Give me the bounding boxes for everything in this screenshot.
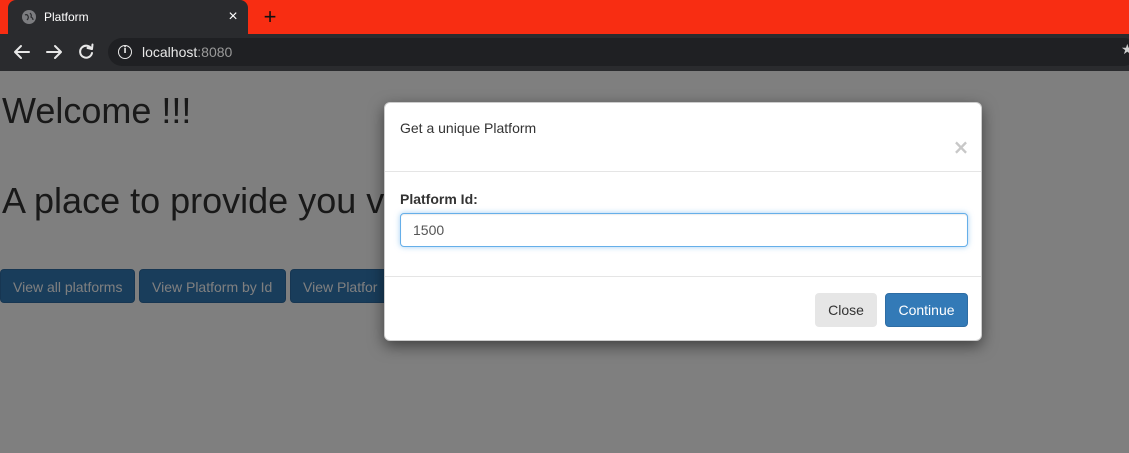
tab-title: Platform [44,10,89,24]
browser-tab[interactable]: Platform × [8,0,248,34]
modal-header: Get a unique Platform × [385,103,981,172]
arrow-left-icon[interactable] [11,41,33,63]
platform-id-label: Platform Id: [400,191,478,207]
browser-toolbar: i localhost:8080 [0,34,1129,71]
url-text: localhost:8080 [142,44,233,60]
reload-icon[interactable] [75,41,97,63]
address-bar[interactable]: i localhost:8080 [108,38,1129,66]
arrow-right-icon[interactable] [43,41,65,63]
platform-id-input[interactable] [400,213,968,247]
continue-button[interactable]: Continue [885,293,968,327]
star-icon[interactable]: ★ [1121,41,1129,57]
info-icon[interactable]: i [118,45,132,59]
globe-icon [22,10,36,24]
modal-footer: Close Continue [385,276,981,340]
new-tab-button[interactable]: + [258,6,282,28]
tab-strip: Platform × + [0,0,1129,34]
close-button[interactable]: Close [815,293,877,327]
modal-title: Get a unique Platform [400,120,537,136]
platform-modal: Get a unique Platform × Platform Id: Clo… [384,102,982,341]
close-icon[interactable]: × [951,137,971,157]
tab-close-icon[interactable]: × [224,8,242,26]
